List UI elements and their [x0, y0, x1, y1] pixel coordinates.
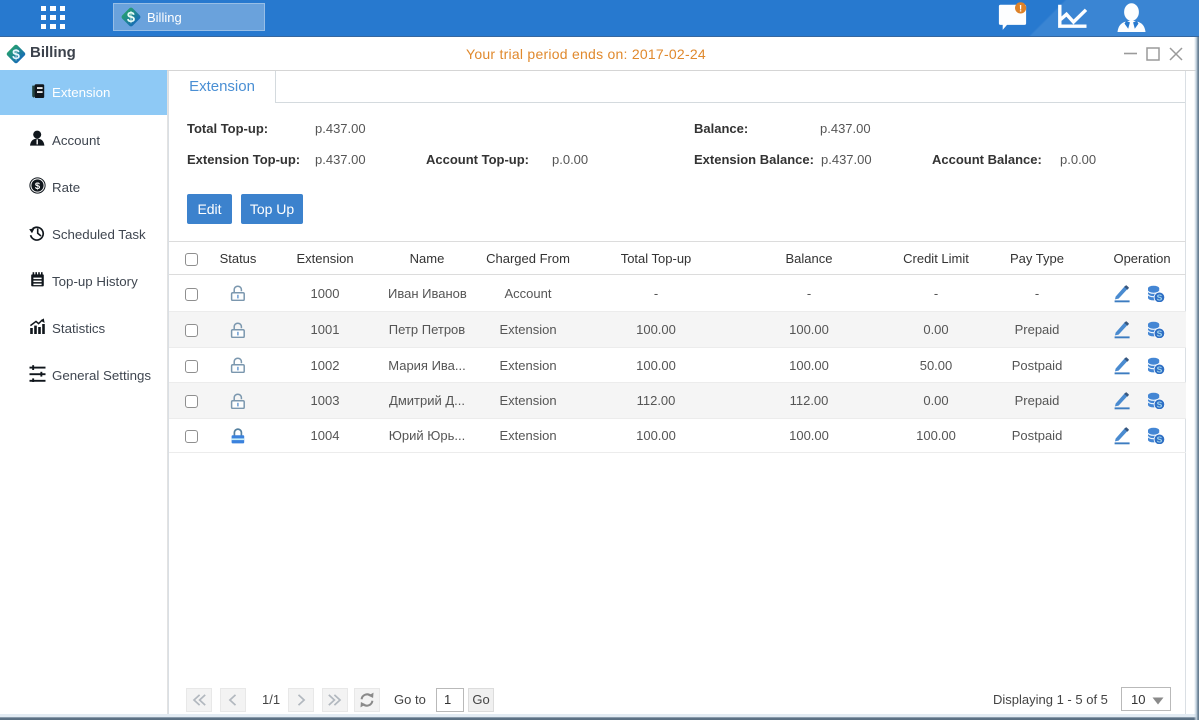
svg-text:$: $: [127, 10, 135, 26]
svg-text:!: !: [1019, 4, 1022, 15]
svg-text:$: $: [35, 181, 41, 192]
